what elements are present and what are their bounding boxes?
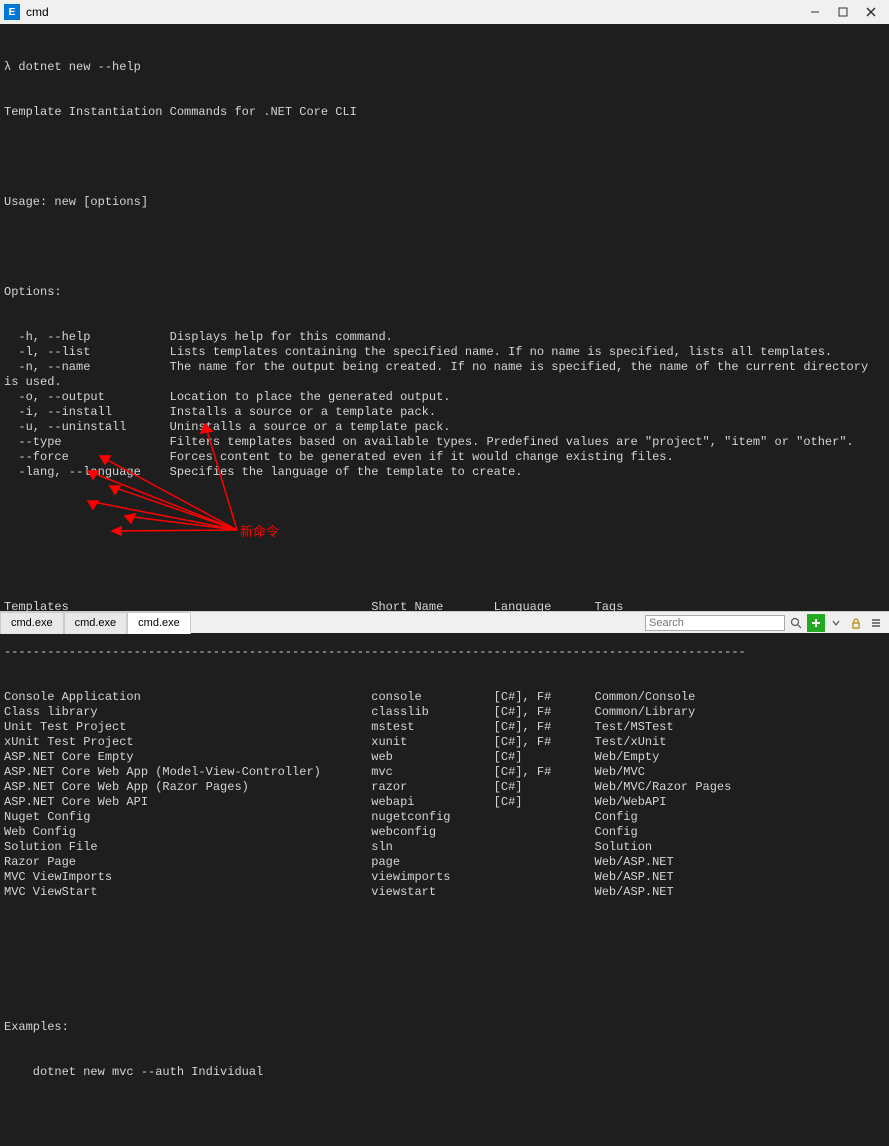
option-row: -n, --name The name for the output being… bbox=[4, 360, 885, 375]
option-row: -lang, --language Specifies the language… bbox=[4, 465, 885, 480]
option-row: is used. bbox=[4, 375, 885, 390]
search-icon[interactable] bbox=[787, 614, 805, 632]
window-title: cmd bbox=[26, 5, 801, 19]
tab[interactable]: cmd.exe bbox=[64, 612, 128, 634]
tab-strip: cmd.execmd.execmd.exe bbox=[0, 612, 191, 634]
template-row: Unit Test Project mstest [C#], F# Test/M… bbox=[4, 720, 885, 735]
tab[interactable]: cmd.exe bbox=[127, 612, 191, 634]
terminal-output[interactable]: λ dotnet new --help Template Instantiati… bbox=[0, 24, 889, 1146]
option-row: -u, --uninstall Uninstalls a source or a… bbox=[4, 420, 885, 435]
app-icon: E bbox=[4, 4, 20, 20]
template-row: Web Config webconfig Config bbox=[4, 825, 885, 840]
add-tab-button[interactable] bbox=[807, 614, 825, 632]
window-titlebar: E cmd bbox=[0, 0, 889, 24]
dropdown-button[interactable] bbox=[827, 614, 845, 632]
minimize-button[interactable] bbox=[801, 2, 829, 22]
option-row: -l, --list Lists templates containing th… bbox=[4, 345, 885, 360]
option-row: -h, --help Displays help for this comman… bbox=[4, 330, 885, 345]
option-row: -o, --output Location to place the gener… bbox=[4, 390, 885, 405]
lock-icon[interactable] bbox=[847, 614, 865, 632]
menu-icon[interactable] bbox=[867, 614, 885, 632]
header-line: Template Instantiation Commands for .NET… bbox=[4, 105, 885, 120]
annotation-label: 新命令 bbox=[240, 524, 279, 539]
template-row: MVC ViewStart viewstart Web/ASP.NET bbox=[4, 885, 885, 900]
template-row: MVC ViewImports viewimports Web/ASP.NET bbox=[4, 870, 885, 885]
example-line: dotnet new mvc --auth Individual bbox=[4, 1065, 885, 1080]
close-button[interactable] bbox=[857, 2, 885, 22]
option-row: -i, --install Installs a source or a tem… bbox=[4, 405, 885, 420]
template-row: ASP.NET Core Empty web [C#] Web/Empty bbox=[4, 750, 885, 765]
divider: ----------------------------------------… bbox=[4, 645, 885, 660]
examples-header: Examples: bbox=[4, 1020, 885, 1035]
prompt-line: λ dotnet new --help bbox=[4, 60, 885, 75]
option-row: --force Forces content to be generated e… bbox=[4, 450, 885, 465]
usage-line: Usage: new [options] bbox=[4, 195, 885, 210]
template-row: ASP.NET Core Web API webapi [C#] Web/Web… bbox=[4, 795, 885, 810]
template-row: Razor Page page Web/ASP.NET bbox=[4, 855, 885, 870]
search-area bbox=[641, 614, 889, 632]
template-row: Console Application console [C#], F# Com… bbox=[4, 690, 885, 705]
template-row: ASP.NET Core Web App (Model-View-Control… bbox=[4, 765, 885, 780]
statusbar: cmd.execmd.execmd.exe bbox=[0, 611, 889, 633]
tab[interactable]: cmd.exe bbox=[0, 612, 64, 634]
maximize-button[interactable] bbox=[829, 2, 857, 22]
template-row: xUnit Test Project xunit [C#], F# Test/x… bbox=[4, 735, 885, 750]
template-row: Solution File sln Solution bbox=[4, 840, 885, 855]
option-row: --type Filters templates based on availa… bbox=[4, 435, 885, 450]
options-header: Options: bbox=[4, 285, 885, 300]
template-row: ASP.NET Core Web App (Razor Pages) razor… bbox=[4, 780, 885, 795]
template-row: Class library classlib [C#], F# Common/L… bbox=[4, 705, 885, 720]
template-row: Nuget Config nugetconfig Config bbox=[4, 810, 885, 825]
search-input[interactable] bbox=[645, 615, 785, 631]
